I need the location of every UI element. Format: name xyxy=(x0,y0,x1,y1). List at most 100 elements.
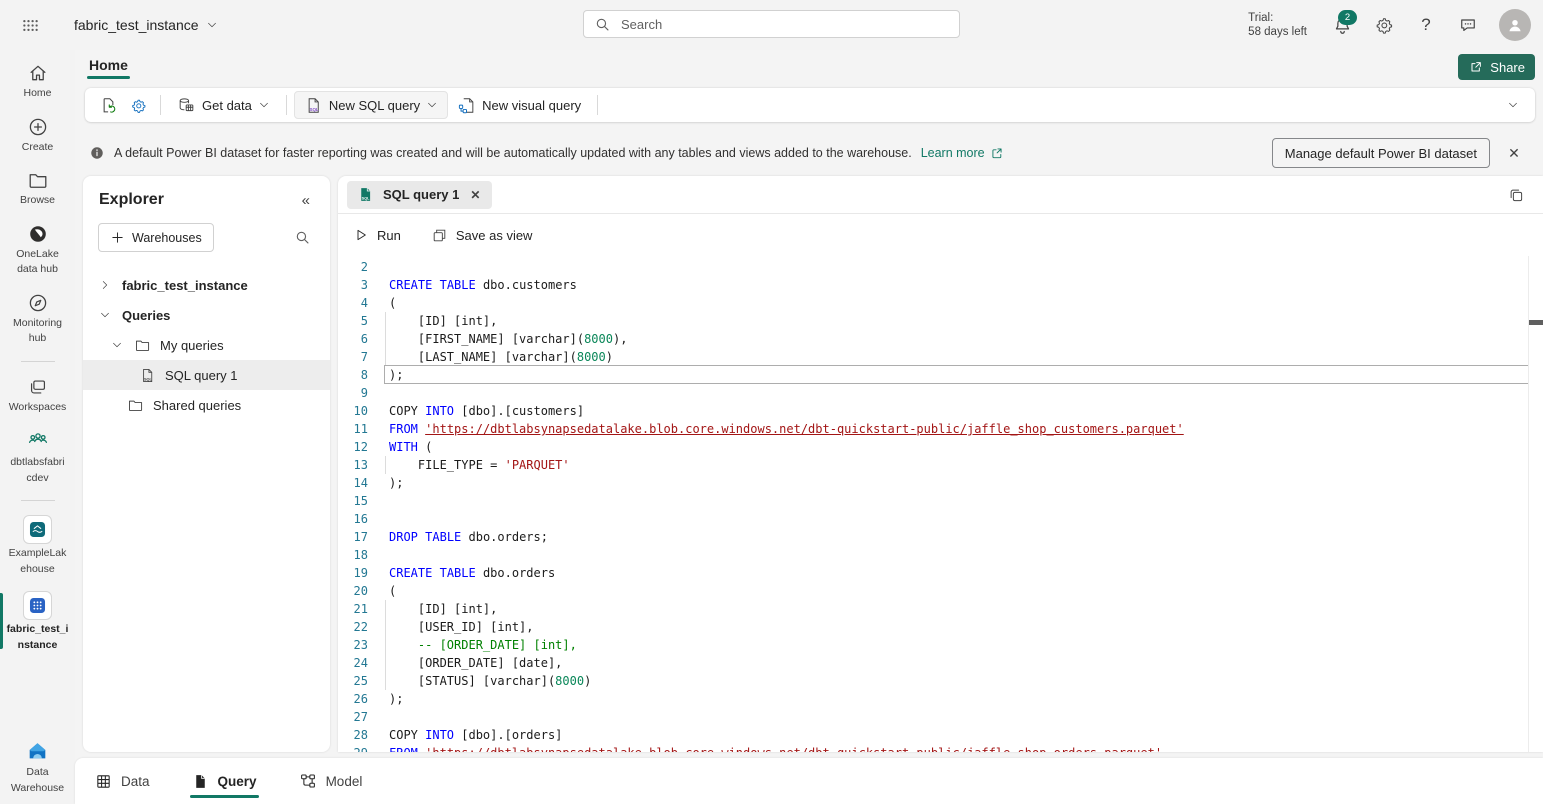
query-toolbar: Run Save as view xyxy=(338,214,1543,256)
rail-item-dbtlabsfabricdev[interactable]: dbtlabsfabricdev xyxy=(0,429,75,484)
rail-item-label: nstance xyxy=(18,639,58,652)
explorer-search-button[interactable] xyxy=(288,224,316,252)
notifications-button[interactable]: 2 xyxy=(1325,8,1359,42)
code-line-6: 6 [FIRST_NAME] [varchar](8000), xyxy=(338,330,1543,348)
add-warehouses-button[interactable]: Warehouses xyxy=(98,223,214,252)
view-switcher-bar: Data Query Model xyxy=(75,758,1543,804)
global-search xyxy=(583,10,960,38)
chevron-down-icon xyxy=(1507,99,1519,111)
workspace-switcher[interactable]: fabric_test_instance xyxy=(74,17,218,33)
line-number: 6 xyxy=(338,330,368,348)
selected-indicator xyxy=(0,593,3,649)
get-data-button[interactable]: Get data xyxy=(168,92,279,118)
rail-item-label: Browse xyxy=(20,194,55,207)
code-line-9: 9 xyxy=(338,384,1543,402)
code-line-24: 24 [ORDER_DATE] [date], xyxy=(338,654,1543,672)
tree-item-shared-queries[interactable]: Shared queries xyxy=(83,390,330,420)
rail-item-browse[interactable]: Browse xyxy=(0,169,75,207)
chevron-down-icon xyxy=(206,19,218,31)
sql-document-icon: SQL xyxy=(139,367,156,384)
settings-button[interactable] xyxy=(1367,8,1401,42)
search-input[interactable] xyxy=(619,16,949,33)
warehouse-settings-button[interactable] xyxy=(123,92,153,118)
avatar[interactable] xyxy=(1499,9,1531,41)
query-editor-panel: SQL SQL query 1 ✕ Run Save as view 23CRE… xyxy=(338,176,1543,752)
code-line-18: 18 xyxy=(338,546,1543,564)
share-button[interactable]: Share xyxy=(1458,54,1535,80)
close-tab-icon[interactable]: ✕ xyxy=(468,186,482,204)
line-number: 24 xyxy=(338,654,368,672)
view-tab-label: Query xyxy=(218,774,257,789)
refresh-button[interactable] xyxy=(93,92,123,118)
code-line-2: 2 xyxy=(338,258,1543,276)
run-button[interactable]: Run xyxy=(353,227,401,243)
fabric-test-instance-icon xyxy=(28,596,47,615)
learn-more-link[interactable]: Learn more xyxy=(921,146,1004,160)
chevron-down-icon[interactable] xyxy=(99,309,111,321)
rail-item-monitoring-hub[interactable]: Monitoringhub xyxy=(0,292,75,345)
chevron-right-icon[interactable] xyxy=(99,279,111,291)
code-line-27: 27 xyxy=(338,708,1543,726)
view-tab-model[interactable]: Model xyxy=(299,758,363,804)
share-icon xyxy=(1468,59,1484,75)
gear-icon xyxy=(1374,15,1394,35)
banner-message: A default Power BI dataset for faster re… xyxy=(114,146,912,160)
rail-item-examplelakehouse[interactable]: ExampleLakehouse xyxy=(0,515,75,575)
tree-item-queries[interactable]: Queries xyxy=(83,300,330,330)
code-line-12: 12WITH ( xyxy=(338,438,1543,456)
code-line-26: 26); xyxy=(338,690,1543,708)
new-sql-query-button[interactable]: SQL New SQL query xyxy=(294,91,448,119)
code-text: DROP TABLE dbo.orders; xyxy=(368,528,548,546)
line-number: 29 xyxy=(338,744,368,752)
copy-button[interactable] xyxy=(1503,184,1529,206)
chevron-down-icon[interactable] xyxy=(111,339,123,351)
line-number: 20 xyxy=(338,582,368,600)
rail-item-label: Data xyxy=(26,766,48,779)
rail-item-label: Warehouse xyxy=(11,782,64,795)
tree-item-my-queries[interactable]: My queries xyxy=(83,330,330,360)
banner-close-button[interactable]: ✕ xyxy=(1499,138,1529,168)
toolbar-overflow-chevron[interactable] xyxy=(1499,92,1527,118)
rail-item-onelake-data-hub[interactable]: OneLake data hub xyxy=(0,223,75,276)
rail-item-create[interactable]: Create xyxy=(0,116,75,154)
topbar-right-cluster: Trial: 58 days left 2 ? xyxy=(1248,0,1543,50)
external-link-icon xyxy=(990,146,1004,160)
new-visual-query-button[interactable]: New visual query xyxy=(448,92,590,118)
sql-code-editor[interactable]: 23CREATE TABLE dbo.customers4(5 [ID] [in… xyxy=(338,256,1543,752)
svg-text:SQL: SQL xyxy=(362,196,371,200)
rail-item-home[interactable]: Home xyxy=(0,62,75,100)
left-rail: Home Create Browse OneLake data hub Monitorin… xyxy=(0,50,75,804)
tab-home[interactable]: Home xyxy=(83,51,134,82)
rail-item-label: OneLake xyxy=(16,248,59,261)
tree-item-fabric-test-instance[interactable]: fabric_test_instance xyxy=(83,270,330,300)
tree-item-sql-query-1[interactable]: SQLSQL query 1 xyxy=(83,360,330,390)
editor-scrollbar[interactable] xyxy=(1528,256,1543,752)
toolbar-divider xyxy=(160,95,161,115)
feedback-button[interactable] xyxy=(1451,8,1485,42)
view-tab-data[interactable]: Data xyxy=(95,758,150,804)
rail-item-label: data hub xyxy=(17,263,58,276)
app-launcher-icon[interactable] xyxy=(8,3,52,47)
line-number: 21 xyxy=(338,600,368,618)
tab-sql-query-1[interactable]: SQL SQL query 1 ✕ xyxy=(347,181,492,209)
notification-badge: 2 xyxy=(1338,10,1357,25)
rail-item-fabric-test-instance[interactable]: fabric_test_instance xyxy=(0,591,75,651)
rail-item-label: hub xyxy=(29,332,47,345)
person-icon xyxy=(1505,15,1525,35)
view-tab-query[interactable]: Query xyxy=(192,758,257,804)
manage-dataset-button[interactable]: Manage default Power BI dataset xyxy=(1272,138,1490,168)
code-line-20: 20( xyxy=(338,582,1543,600)
rail-item-label: Home xyxy=(23,87,51,100)
help-button[interactable]: ? xyxy=(1409,8,1443,42)
tree-item-label: Shared queries xyxy=(153,398,241,413)
rail-item-data-warehouse[interactable]: Data Warehouse xyxy=(0,738,75,794)
code-line-15: 15 xyxy=(338,492,1543,510)
code-line-19: 19CREATE TABLE dbo.orders xyxy=(338,564,1543,582)
rail-item-label: Workspaces xyxy=(9,401,67,414)
save-as-view-button[interactable]: Save as view xyxy=(431,227,533,244)
rail-item-workspaces[interactable]: Workspaces xyxy=(0,376,75,414)
collapse-panel-icon[interactable]: « xyxy=(296,192,316,209)
line-number: 15 xyxy=(338,492,368,510)
rail-divider xyxy=(21,500,55,501)
line-number: 19 xyxy=(338,564,368,582)
